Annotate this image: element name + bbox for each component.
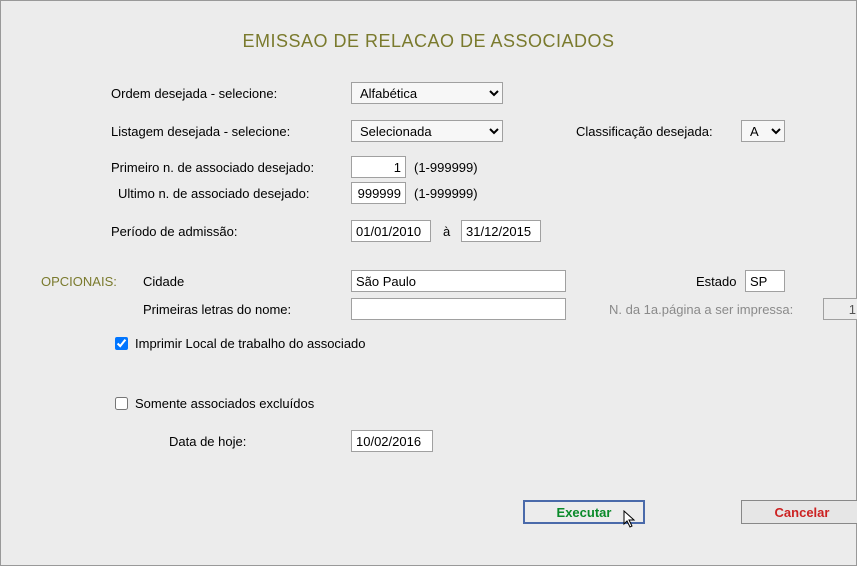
label-imprimir-local: Imprimir Local de trabalho do associado <box>135 336 366 351</box>
checkbox-somente-excluidos[interactable] <box>115 397 128 410</box>
hint-primeiro-n: (1-999999) <box>414 160 478 175</box>
form-area: Ordem desejada - selecione: Alfabética L… <box>31 82 826 502</box>
hint-ultimo-n: (1-999999) <box>414 186 478 201</box>
executar-button[interactable]: Executar <box>523 500 645 524</box>
label-cidade: Cidade <box>143 274 184 289</box>
label-primeiro-n: Primeiro n. de associado desejado: <box>111 160 314 175</box>
dialog-window: EMISSAO DE RELACAO DE ASSOCIADOS Ordem d… <box>0 0 857 566</box>
label-estado: Estado <box>696 274 736 289</box>
select-ordem[interactable]: Alfabética <box>351 82 503 104</box>
select-listagem[interactable]: Selecionada <box>351 120 503 142</box>
label-ordem: Ordem desejada - selecione: <box>111 86 277 101</box>
label-data-hoje: Data de hoje: <box>169 434 246 449</box>
input-ultimo-n[interactable] <box>351 182 406 204</box>
label-opcionais: OPCIONAIS: <box>41 274 117 289</box>
label-somente-excluidos: Somente associados excluídos <box>135 396 314 411</box>
input-data-hoje[interactable] <box>351 430 433 452</box>
input-cidade[interactable] <box>351 270 566 292</box>
input-primeiras-letras[interactable] <box>351 298 566 320</box>
checkbox-imprimir-local[interactable] <box>115 337 128 350</box>
label-classificacao: Classificação desejada: <box>576 124 713 139</box>
label-n-pagina: N. da 1a.página a ser impressa: <box>609 302 793 317</box>
checkbox-imprimir-local-wrap[interactable]: Imprimir Local de trabalho do associado <box>111 334 366 353</box>
input-n-pagina <box>823 298 857 320</box>
label-ultimo-n: Ultimo n. de associado desejado: <box>118 186 310 201</box>
select-classificacao[interactable]: A <box>741 120 785 142</box>
input-primeiro-n[interactable] <box>351 156 406 178</box>
cancelar-button[interactable]: Cancelar <box>741 500 857 524</box>
label-periodo: Período de admissão: <box>111 224 237 239</box>
label-primeiras-letras: Primeiras letras do nome: <box>143 302 291 317</box>
input-periodo-fim[interactable] <box>461 220 541 242</box>
label-a: à <box>443 224 450 239</box>
dialog-title: EMISSAO DE RELACAO DE ASSOCIADOS <box>31 31 826 52</box>
checkbox-somente-excluidos-wrap[interactable]: Somente associados excluídos <box>111 394 314 413</box>
input-estado[interactable] <box>745 270 785 292</box>
label-listagem: Listagem desejada - selecione: <box>111 124 290 139</box>
input-periodo-ini[interactable] <box>351 220 431 242</box>
